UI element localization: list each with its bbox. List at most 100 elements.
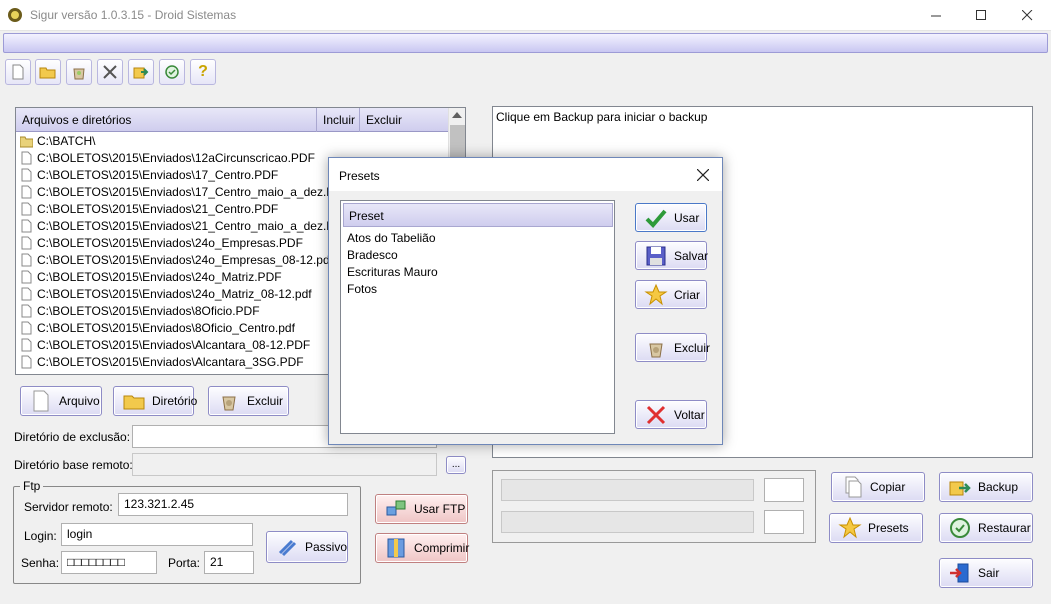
backup-icon <box>949 481 971 496</box>
delete-bag-icon <box>73 68 85 80</box>
open-folder-icon <box>39 67 56 79</box>
window-title: Sigur versão 1.0.3.15 - Droid Sistemas <box>30 8 237 22</box>
compress-button[interactable]: Comprimir <box>375 533 469 563</box>
preset-item[interactable]: Escrituras Mauro <box>347 264 438 281</box>
delete-bag-icon <box>222 396 236 411</box>
list-item[interactable]: C:\BOLETOS\2015\Enviados\24o_Empresas_08… <box>20 252 333 269</box>
copy-button[interactable]: Copiar <box>831 472 925 502</box>
list-item[interactable]: C:\BOLETOS\2015\Enviados\21_Centro.PDF <box>20 201 278 218</box>
star-icon <box>838 516 862 539</box>
toolbar-export-button[interactable] <box>128 59 154 85</box>
ftp-group-label: Ftp <box>20 479 44 493</box>
server-label: Servidor remoto: <box>24 500 113 514</box>
use-ftp-button[interactable]: Usar FTP <box>375 494 468 524</box>
save-preset-button[interactable]: Salvar <box>635 241 708 270</box>
file-list-header: Arquivos e diretórios Incluir Excluir <box>16 108 448 132</box>
red-x-icon <box>646 405 666 424</box>
file-path: C:\BOLETOS\2015\Enviados\24o_Matriz_08-1… <box>37 287 312 301</box>
minimize-button[interactable] <box>913 0 959 31</box>
login-label: Login: <box>24 529 57 543</box>
list-item[interactable]: C:\BOLETOS\2015\Enviados\24o_Matriz_08-1… <box>20 286 312 303</box>
file-path: C:\BOLETOS\2015\Enviados\Alcantara_08-12… <box>37 338 311 352</box>
list-item[interactable]: C:\BOLETOS\2015\Enviados\Alcantara_08-12… <box>20 337 310 354</box>
dialog-close-button[interactable] <box>691 164 715 186</box>
list-item[interactable]: C:\BOLETOS\2015\Enviados\24o_Empresas.PD… <box>20 235 303 252</box>
column-exclude[interactable]: Excluir <box>360 108 448 132</box>
remote-base-dir-label: Diretório base remoto: <box>14 458 133 472</box>
delete-preset-button[interactable]: Excluir <box>635 333 710 362</box>
file-icon <box>21 253 32 267</box>
checkmark-icon <box>645 209 667 228</box>
preset-list-header[interactable]: Preset <box>343 203 613 227</box>
port-input[interactable]: 21 <box>204 551 254 574</box>
file-path: C:\BOLETOS\2015\Enviados\Alcantara_3SG.P… <box>37 355 304 369</box>
minimize-icon <box>930 15 941 17</box>
browse-remote-dir-button[interactable]: ... <box>446 456 466 474</box>
use-preset-button[interactable]: Usar <box>635 203 707 232</box>
list-item[interactable]: C:\BOLETOS\2015\Enviados\17_Centro_maio_… <box>20 184 350 201</box>
backup-button[interactable]: Backup <box>939 472 1033 502</box>
dialog-title: Presets <box>339 169 380 183</box>
close-icon <box>697 169 709 181</box>
port-label: Porta: <box>168 556 201 570</box>
star-icon <box>644 283 668 305</box>
tools-icon <box>103 65 117 79</box>
file-path: C:\BOLETOS\2015\Enviados\12aCircunscrica… <box>37 151 315 165</box>
column-include[interactable]: Incluir <box>317 108 360 132</box>
preset-item[interactable]: Bradesco <box>347 247 398 264</box>
exclusion-dir-label: Diretório de exclusão: <box>14 430 131 444</box>
password-label: Senha: <box>21 556 60 570</box>
dialog-title-bar <box>329 158 722 191</box>
file-icon <box>21 219 32 233</box>
password-input[interactable]: □□□□□□□□ <box>61 551 157 574</box>
presets-button[interactable]: Presets <box>829 513 923 543</box>
toolbar-delete-button[interactable] <box>66 59 92 85</box>
maximize-button[interactable] <box>958 0 1004 31</box>
file-icon <box>21 304 32 318</box>
preset-item[interactable]: Atos do Tabelião <box>347 230 436 247</box>
add-directory-button[interactable]: Diretório <box>113 386 197 416</box>
list-item[interactable]: C:\BOLETOS\2015\Enviados\8Oficio_Centro.… <box>20 320 295 337</box>
remote-base-dir-input[interactable] <box>132 453 437 476</box>
restore-button[interactable]: Restaurar <box>939 513 1033 543</box>
preset-item[interactable]: Fotos <box>347 281 377 298</box>
list-item[interactable]: C:\BOLETOS\2015\Enviados\Alcantara_3SG.P… <box>20 354 304 371</box>
toolbar-open-button[interactable] <box>35 59 61 85</box>
back-button[interactable]: Voltar <box>635 400 707 429</box>
server-input[interactable]: 123.321.2.45 <box>118 493 348 516</box>
list-item[interactable]: C:\BOLETOS\2015\Enviados\21_Centro_maio_… <box>20 218 350 235</box>
file-path: C:\BOLETOS\2015\Enviados\21_Centro.PDF <box>37 202 279 216</box>
progress-value-1 <box>764 478 804 502</box>
toolbar-refresh-button[interactable] <box>159 59 185 85</box>
create-preset-button[interactable]: Criar <box>635 280 707 309</box>
scroll-up-icon[interactable] <box>452 112 462 118</box>
progress-value-2 <box>764 510 804 534</box>
file-path: C:\BOLETOS\2015\Enviados\24o_Empresas_08… <box>37 253 333 267</box>
list-item[interactable]: C:\BOLETOS\2015\Enviados\12aCircunscrica… <box>20 150 315 167</box>
list-item[interactable]: C:\BOLETOS\2015\Enviados\17_Centro.PDF <box>20 167 278 184</box>
passive-button[interactable]: Passivo <box>266 531 348 563</box>
restore-icon <box>950 518 970 538</box>
close-window-button[interactable] <box>1004 0 1050 31</box>
toolbar-tools-button[interactable] <box>97 59 123 85</box>
network-icon <box>386 500 406 516</box>
add-file-button[interactable]: Arquivo <box>20 386 102 416</box>
compress-icon <box>387 538 405 558</box>
file-path: C:\BOLETOS\2015\Enviados\8Oficio_Centro.… <box>37 321 295 335</box>
list-item[interactable]: C:\BOLETOS\2015\Enviados\24o_Matriz.PDF <box>20 269 282 286</box>
toolbar-new-button[interactable] <box>5 59 31 85</box>
menu-bar <box>3 33 1048 53</box>
folder-icon <box>20 136 33 148</box>
exit-button[interactable]: Sair <box>939 558 1033 588</box>
preset-list[interactable]: Preset Atos do Tabelião Bradesco Escritura… <box>340 200 615 434</box>
toolbar-help-button[interactable]: ? <box>190 59 216 85</box>
new-icon <box>12 64 24 80</box>
column-files[interactable]: Arquivos e diretórios <box>16 108 317 132</box>
file-icon <box>21 168 32 182</box>
file-path: C:\BOLETOS\2015\Enviados\21_Centro_maio_… <box>37 219 351 233</box>
login-input[interactable]: login <box>61 523 253 546</box>
delete-entry-button[interactable]: Excluir <box>208 386 289 416</box>
list-item-folder[interactable]: C:\BATCH\ <box>20 133 95 150</box>
list-item[interactable]: C:\BOLETOS\2015\Enviados\8Oficio.PDF <box>20 303 260 320</box>
file-path: C:\BOLETOS\2015\Enviados\24o_Matriz.PDF <box>37 270 282 284</box>
